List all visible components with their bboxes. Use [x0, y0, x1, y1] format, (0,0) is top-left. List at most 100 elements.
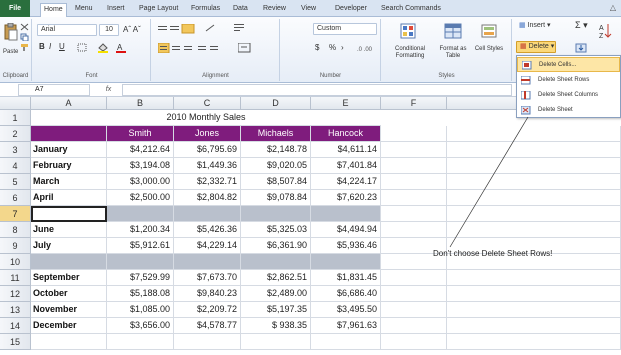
copy-icon[interactable] — [20, 33, 29, 41]
value-cell[interactable]: $7,529.99 — [107, 270, 174, 286]
cell[interactable] — [381, 270, 447, 286]
tab-view[interactable]: View — [298, 3, 319, 17]
cell[interactable] — [381, 334, 447, 350]
horizontal-align-icons[interactable] — [158, 43, 228, 53]
tab-file[interactable]: File — [0, 0, 30, 17]
value-cell[interactable]: $3,000.00 — [107, 174, 174, 190]
value-cell[interactable]: $1,200.34 — [107, 222, 174, 238]
tab-review[interactable]: Review — [260, 3, 289, 17]
tab-search-commands[interactable]: Search Commands — [378, 3, 444, 17]
font-size-select[interactable]: 10 — [99, 24, 119, 36]
row-header-2[interactable]: 2 — [0, 126, 31, 142]
value-cell[interactable]: $2,332.71 — [174, 174, 241, 190]
value-cell[interactable]: $8,507.84 — [241, 174, 311, 190]
value-cell[interactable]: $9,840.23 — [174, 286, 241, 302]
tab-developer[interactable]: Developer — [332, 3, 370, 17]
header-cell[interactable]: Michaels — [241, 126, 311, 142]
row-header-9[interactable]: 9 — [0, 238, 31, 254]
column-header-a[interactable]: A — [31, 97, 107, 110]
underline-button[interactable]: U — [59, 43, 65, 51]
month-cell[interactable]: November — [31, 302, 107, 318]
cell[interactable] — [381, 174, 447, 190]
row-header-11[interactable]: 11 — [0, 270, 31, 286]
empty-cell[interactable] — [107, 254, 174, 270]
value-cell[interactable]: $3,495.50 — [311, 302, 381, 318]
cell-styles-icon[interactable] — [480, 23, 500, 41]
conditional-formatting-icon[interactable] — [400, 23, 420, 41]
conditional-formatting-label[interactable]: Conditional Formatting — [388, 46, 432, 60]
value-cell[interactable]: $4,611.14 — [311, 142, 381, 158]
empty-cell[interactable] — [31, 254, 107, 270]
value-cell[interactable]: $2,804.82 — [174, 190, 241, 206]
value-cell[interactable]: $4,578.77 — [174, 318, 241, 334]
month-cell[interactable]: April — [31, 190, 107, 206]
cell[interactable] — [381, 158, 447, 174]
value-cell[interactable]: $7,620.23 — [311, 190, 381, 206]
cell[interactable] — [447, 190, 621, 206]
cell[interactable] — [381, 190, 447, 206]
value-cell[interactable]: $2,862.51 — [241, 270, 311, 286]
cell[interactable] — [447, 286, 621, 302]
borders-icon[interactable] — [77, 43, 87, 52]
value-cell[interactable]: $5,325.03 — [241, 222, 311, 238]
row-header-4[interactable]: 4 — [0, 158, 31, 174]
cell[interactable] — [447, 158, 621, 174]
cell[interactable] — [107, 334, 174, 350]
value-cell[interactable]: $6,686.40 — [311, 286, 381, 302]
cell[interactable] — [31, 334, 107, 350]
fill-color-icon[interactable] — [97, 42, 109, 53]
sheet-title[interactable]: 2010 Monthly Sales — [31, 110, 381, 126]
month-cell[interactable]: December — [31, 318, 107, 334]
value-cell[interactable]: $1,085.00 — [107, 302, 174, 318]
menu-item-delete-sheet-columns[interactable]: Delete Sheet Columns — [517, 88, 620, 103]
merge-center-icon[interactable] — [238, 43, 252, 53]
row-header-5[interactable]: 5 — [0, 174, 31, 190]
row-header-3[interactable]: 3 — [0, 142, 31, 158]
month-cell[interactable]: June — [31, 222, 107, 238]
orientation-icon[interactable] — [204, 23, 218, 33]
font-name-select[interactable]: Arial — [37, 24, 97, 36]
autosum-icon[interactable]: Σ ▾ — [575, 21, 588, 30]
cell[interactable] — [447, 334, 621, 350]
bold-button[interactable]: B — [39, 43, 45, 51]
month-cell[interactable]: January — [31, 142, 107, 158]
cell[interactable] — [447, 270, 621, 286]
row-header-6[interactable]: 6 — [0, 190, 31, 206]
vertical-align-icon[interactable] — [158, 24, 198, 34]
value-cell[interactable]: $1,449.36 — [174, 158, 241, 174]
cell[interactable] — [381, 142, 447, 158]
empty-cell[interactable] — [311, 206, 381, 222]
delete-cells-button[interactable]: ▦ Delete ▾ — [516, 41, 556, 53]
empty-cell[interactable] — [241, 206, 311, 222]
help-icon[interactable]: △ — [610, 3, 616, 12]
tab-page-layout[interactable]: Page Layout — [136, 3, 181, 17]
value-cell[interactable]: $4,494.94 — [311, 222, 381, 238]
value-cell[interactable]: $7,673.70 — [174, 270, 241, 286]
cell[interactable] — [447, 206, 621, 222]
value-cell[interactable]: $5,188.08 — [107, 286, 174, 302]
empty-cell[interactable] — [174, 206, 241, 222]
month-cell[interactable]: February — [31, 158, 107, 174]
number-format-select[interactable]: Custom — [313, 23, 377, 35]
cell[interactable] — [381, 286, 447, 302]
value-cell[interactable]: $7,401.84 — [311, 158, 381, 174]
active-cell[interactable] — [31, 206, 107, 222]
cell[interactable] — [311, 334, 381, 350]
fx-icon[interactable]: fx — [96, 84, 121, 96]
percent-button[interactable]: % — [329, 44, 336, 52]
cell[interactable] — [447, 126, 621, 142]
column-header-c[interactable]: C — [174, 97, 241, 110]
cell[interactable] — [381, 318, 447, 334]
empty-cell[interactable] — [107, 206, 174, 222]
column-header-f[interactable]: F — [381, 97, 447, 110]
value-cell[interactable]: $5,197.35 — [241, 302, 311, 318]
month-cell[interactable]: September — [31, 270, 107, 286]
value-cell[interactable]: $4,224.17 — [311, 174, 381, 190]
month-cell[interactable]: July — [31, 238, 107, 254]
cell[interactable] — [241, 334, 311, 350]
header-cell[interactable]: Jones — [174, 126, 241, 142]
menu-item-delete-cells[interactable]: Delete Cells... — [517, 57, 620, 72]
grow-font-icon[interactable]: Aˆ Aˇ — [123, 26, 141, 34]
row-header-12[interactable]: 12 — [0, 286, 31, 302]
value-cell[interactable]: $6,795.69 — [174, 142, 241, 158]
